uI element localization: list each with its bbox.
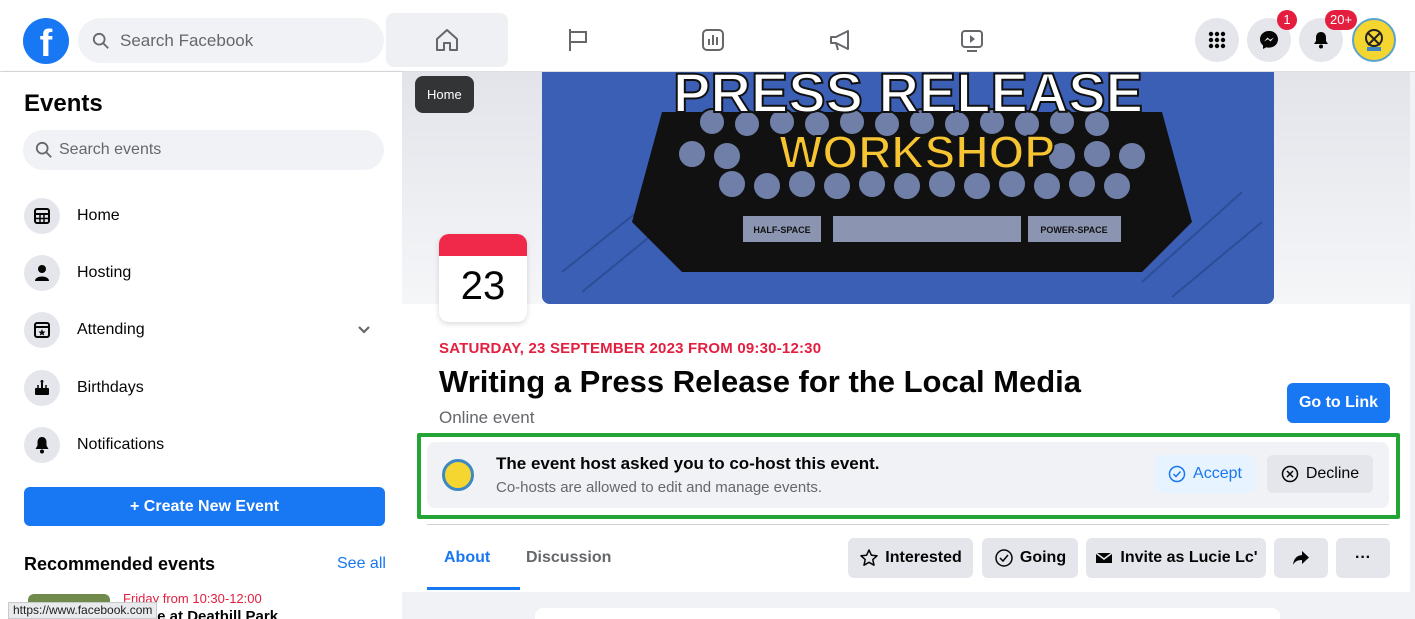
- nav-tab-ads[interactable]: [780, 13, 902, 67]
- event-title: Writing a Press Release for the Local Me…: [439, 364, 1082, 399]
- invite-label: Invite as Lucie Lc': [1120, 549, 1258, 566]
- about-card: [535, 608, 1280, 619]
- events-sidebar: Events Search events Home Hosting Attend…: [0, 72, 402, 619]
- create-new-event-button[interactable]: + Create New Event: [24, 487, 385, 526]
- x-circle-icon: [1281, 465, 1299, 483]
- share-arrow-icon: [1293, 551, 1309, 565]
- going-button[interactable]: Going: [982, 538, 1078, 578]
- event-main-panel: HALF-SPACE POWER-SPACE PRESS RELEASE WOR…: [402, 72, 1410, 619]
- search-placeholder: Search Facebook: [120, 30, 254, 50]
- active-tab-indicator: [427, 587, 520, 590]
- accept-label: Accept: [1193, 465, 1242, 482]
- event-date-card: 23: [439, 234, 527, 322]
- typewriter-illustration: HALF-SPACE POWER-SPACE PRESS RELEASE WOR…: [542, 72, 1274, 304]
- star-icon: [860, 549, 879, 566]
- sidebar-item-label: Birthdays: [77, 379, 144, 396]
- more-options-button[interactable]: ···: [1336, 538, 1390, 578]
- nav-tab-watch[interactable]: [911, 13, 1033, 67]
- events-search-input[interactable]: Search events: [23, 130, 384, 170]
- person-icon: [24, 255, 60, 291]
- notifications-badge: 20+: [1325, 10, 1358, 30]
- date-card-header: [439, 234, 527, 256]
- facebook-logo[interactable]: f: [23, 18, 69, 64]
- share-button[interactable]: [1274, 538, 1328, 578]
- search-icon: [35, 141, 52, 158]
- megaphone-icon: [830, 30, 849, 51]
- going-label: Going: [1019, 549, 1067, 566]
- sidebar-item-label: Hosting: [77, 264, 132, 281]
- events-search-placeholder: Search events: [59, 141, 162, 158]
- bell-icon: [1314, 32, 1328, 49]
- avatar-emblem-icon: [1365, 29, 1383, 51]
- tab-about[interactable]: About: [444, 549, 490, 567]
- check-circle-icon: [1168, 465, 1186, 483]
- sidebar-item-hosting[interactable]: Hosting: [16, 247, 386, 299]
- recommended-events-title: Recommended events: [24, 554, 216, 574]
- cake-icon: [24, 370, 60, 406]
- home-tooltip: Home: [415, 76, 474, 113]
- sidebar-item-home[interactable]: Home: [16, 190, 386, 242]
- sidebar-title: Events: [24, 90, 103, 117]
- nav-tab-insights[interactable]: [652, 13, 774, 67]
- star-calendar-icon: [24, 312, 60, 348]
- home-icon: [436, 29, 458, 51]
- bell-icon: [24, 427, 60, 463]
- nav-tab-home[interactable]: [386, 13, 508, 67]
- cohost-invitation-banner: The event host asked you to co-host this…: [427, 442, 1389, 508]
- messenger-icon: [1260, 31, 1278, 49]
- messenger-badge: 1: [1277, 10, 1297, 30]
- flag-icon: [569, 29, 587, 51]
- chevron-down-icon[interactable]: [356, 322, 372, 338]
- cover-title-text: PRESS RELEASE: [673, 72, 1143, 124]
- event-datetime: SATURDAY, 23 SEPTEMBER 2023 FROM 09:30-1…: [439, 340, 822, 357]
- event-type: Online event: [439, 408, 535, 427]
- section-divider: [427, 524, 1389, 525]
- status-bar-url: https://www.facebook.com: [8, 602, 158, 619]
- facebook-search-input[interactable]: Search Facebook: [78, 18, 384, 63]
- chart-icon: [702, 29, 724, 51]
- event-day-number: 23: [460, 264, 506, 308]
- menu-button[interactable]: [1195, 18, 1239, 62]
- decline-cohost-button[interactable]: Decline: [1267, 455, 1373, 493]
- host-avatar: [442, 459, 474, 491]
- play-icon: [961, 30, 983, 52]
- decline-label: Decline: [1305, 465, 1360, 482]
- interested-button[interactable]: Interested: [848, 538, 973, 578]
- sidebar-item-attending[interactable]: Attending: [16, 304, 386, 356]
- cover-key-right: POWER-SPACE: [1040, 225, 1107, 235]
- search-icon: [92, 32, 109, 49]
- accept-cohost-button[interactable]: Accept: [1155, 455, 1255, 493]
- event-cover-image[interactable]: HALF-SPACE POWER-SPACE PRESS RELEASE WOR…: [542, 72, 1274, 304]
- check-circle-icon: [995, 549, 1013, 567]
- sidebar-item-label: Home: [77, 207, 120, 224]
- envelope-icon: [1095, 552, 1113, 563]
- invite-button[interactable]: Invite as Lucie Lc': [1086, 538, 1266, 578]
- notifications-button[interactable]: 20+: [1299, 10, 1358, 62]
- see-all-link[interactable]: See all: [337, 555, 386, 573]
- sidebar-item-label: Attending: [77, 321, 145, 338]
- nav-tab-pages[interactable]: [517, 13, 639, 67]
- top-navigation-bar: f Search Facebook 1 20+: [0, 0, 1415, 72]
- account-avatar[interactable]: [1352, 18, 1396, 62]
- sidebar-item-label: Notifications: [77, 436, 165, 453]
- sidebar-item-notifications[interactable]: Notifications: [16, 419, 386, 471]
- tab-discussion[interactable]: Discussion: [526, 549, 611, 567]
- sidebar-item-birthdays[interactable]: Birthdays: [16, 362, 386, 414]
- calendar-grid-icon: [24, 198, 60, 234]
- grid-menu-icon: [1208, 31, 1226, 49]
- cover-key-left: HALF-SPACE: [753, 225, 810, 235]
- interested-label: Interested: [885, 549, 962, 566]
- messenger-button[interactable]: 1: [1247, 10, 1297, 62]
- cover-subtitle-text: WORKSHOP: [779, 126, 1055, 178]
- cohost-invitation-title: The event host asked you to co-host this…: [496, 454, 880, 473]
- go-to-link-button[interactable]: Go to Link: [1287, 383, 1390, 423]
- cohost-invitation-subtitle: Co-hosts are allowed to edit and manage …: [496, 479, 823, 496]
